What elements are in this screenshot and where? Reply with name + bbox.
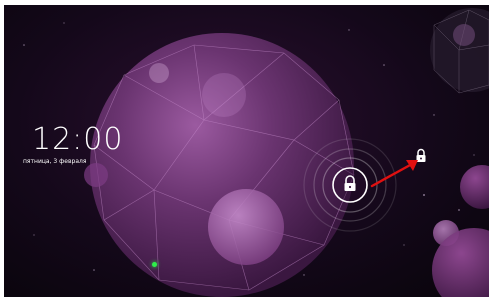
notification-led: [152, 262, 157, 267]
lockscreen: 12:00 пятница, 3 февраля: [4, 5, 489, 297]
lockscreen-date: пятница, 3 февраля: [23, 158, 87, 165]
red-arrow-annotation: [370, 160, 418, 188]
lockscreen-clock: 12:00: [32, 122, 124, 157]
